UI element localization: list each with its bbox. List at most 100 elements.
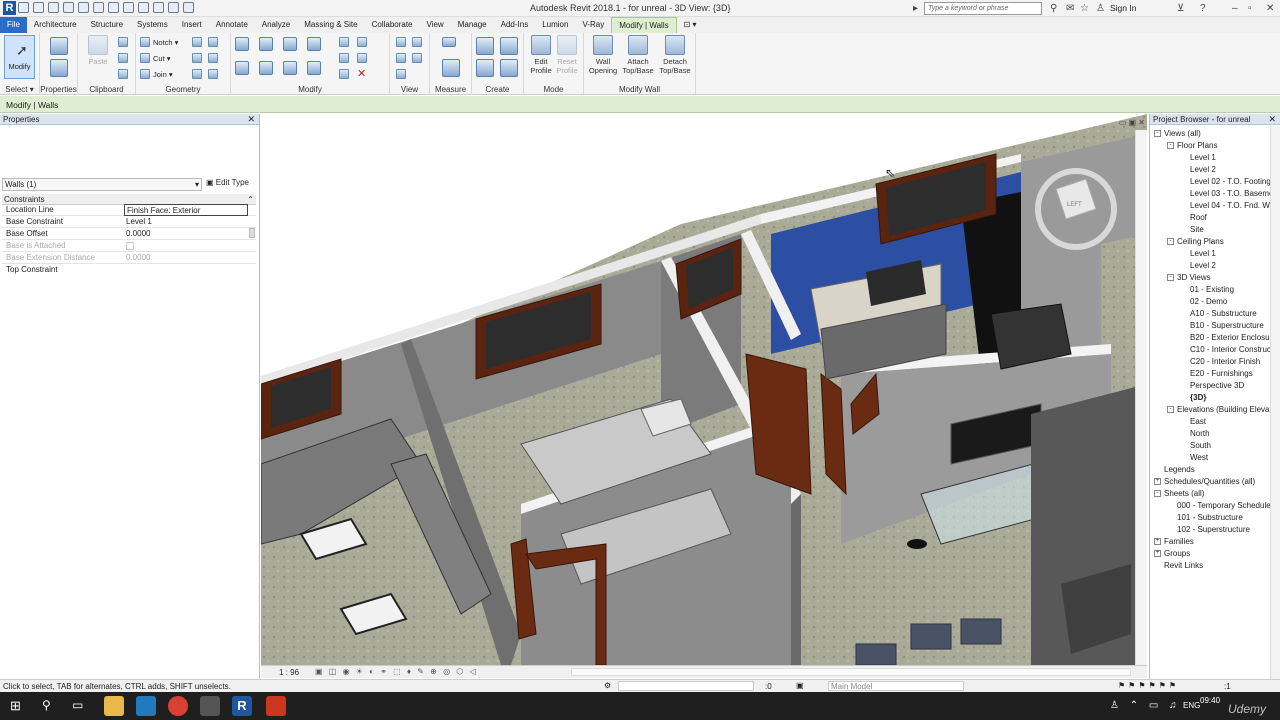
sync-icon[interactable] [48,2,59,13]
save-icon[interactable] [33,2,44,13]
tab-analyze[interactable]: Analyze [255,17,297,33]
browser-item[interactable]: Level 02 - T.O. Footing [1180,177,1271,186]
design-option-dropdown[interactable]: Main Model [828,681,964,691]
browser-item[interactable]: 02 - Demo [1180,297,1227,306]
browser-item[interactable]: Level 1 [1180,153,1216,162]
system-clock[interactable]: 09:40 [1200,696,1220,705]
view-controls-icons[interactable]: ▣ ◫ ◉ ☀ ◐ ⚭ ⬚ ♦ ✎ ⊕ ◎ ⬡ ◁ [315,667,478,676]
split-icon[interactable] [339,37,349,47]
type-selector-dropdown[interactable]: Walls (1) ▾ [2,178,202,191]
measure-between-icon[interactable] [442,37,456,47]
browser-item[interactable]: 01 - Existing [1180,285,1234,294]
dimension-icon[interactable] [442,59,460,77]
close-icon[interactable]: ✕ [1268,114,1276,125]
editable-only-icon[interactable]: ▣ [796,681,804,690]
collapse-icon[interactable]: - [1167,238,1174,246]
collapse-icon[interactable]: - [1154,130,1161,138]
user-icon[interactable]: ♙ [1096,3,1105,14]
expand-icon[interactable]: + [1154,538,1161,546]
browser-item[interactable]: Level 03 - T.O. Basement [1180,189,1280,198]
browser-item[interactable]: West [1180,453,1208,462]
type-properties-icon[interactable] [50,37,68,55]
undo-icon[interactable] [63,2,74,13]
override-icon[interactable] [412,37,422,47]
collapse-icon[interactable]: - [1167,274,1174,282]
task-view-icon[interactable]: ▭ [72,698,83,712]
cut-geometry-button[interactable]: Cut ▾ [140,53,171,63]
create-parts-icon[interactable] [500,37,518,55]
selection-filter-icons[interactable]: ⚑⚑⚑⚑⚑⚑ [1118,681,1179,690]
cart-icon[interactable]: ⊻ [1177,3,1184,14]
browser-item[interactable]: C10 - Interior Construction [1180,345,1280,354]
app-3-icon[interactable] [136,696,156,716]
match-type-icon[interactable] [118,69,128,79]
paste-button[interactable]: Paste [86,35,110,66]
3d-view-icon[interactable] [138,2,149,13]
browser-item[interactable]: + Schedules/Quantities (all) [1154,477,1255,486]
language-indicator[interactable]: ENG [1183,701,1200,710]
tab-manage[interactable]: Manage [451,17,494,33]
paintbrush-icon[interactable] [396,53,406,63]
subscription-icon[interactable]: ✉ [1066,3,1074,14]
browser-item[interactable]: 102 - Superstructure [1167,525,1250,534]
trim-extend-icon[interactable] [307,61,321,75]
browser-item[interactable]: C20 - Interior Finish [1180,357,1260,366]
browser-item[interactable]: B10 - Superstructure [1180,321,1264,330]
collapse-icon[interactable]: - [1154,490,1161,498]
switch-windows-icon[interactable] [183,2,194,13]
browser-item[interactable]: Site [1180,225,1204,234]
browser-item[interactable]: 101 - Substructure [1167,513,1243,522]
wall-opening-button[interactable]: Wall Opening [586,35,620,75]
binoculars-icon[interactable]: ▸ [913,3,918,14]
tab-annotate[interactable]: Annotate [209,17,255,33]
browser-item[interactable]: B20 - Exterior Enclosure [1180,333,1277,342]
property-row[interactable]: Base Constraint Level 1 [2,216,256,228]
measure-icon[interactable] [108,2,119,13]
restore-icon[interactable]: ▫ [1248,3,1252,14]
ribbon-options-icon[interactable]: ⊡ ▾ [677,17,704,33]
file-explorer-icon[interactable] [104,696,124,716]
reset-profile-button[interactable]: Reset Profile [554,35,580,75]
browser-item[interactable]: East [1180,417,1206,426]
browser-item[interactable]: Perspective 3D [1180,381,1244,390]
join-button[interactable]: Join ▾ [140,69,173,79]
revit-taskbar-icon[interactable]: R [232,696,252,716]
3d-viewport[interactable]: LEFT ▭ ▣ ✕ ⇖ [261,114,1147,665]
search-icon[interactable]: ⚲ [1050,3,1057,14]
close-icon[interactable]: ✕ [247,114,255,125]
copy-modify-icon[interactable] [259,61,273,75]
favorites-icon[interactable]: ☆ [1080,3,1089,14]
browser-item[interactable]: - Views (all) [1154,129,1201,138]
browser-item[interactable]: Revit Links [1154,561,1203,570]
help-search-input[interactable]: Type a keyword or phrase [924,2,1042,15]
rotate-icon[interactable] [283,61,297,75]
scrollbar[interactable] [249,228,255,238]
tab-systems[interactable]: Systems [130,17,175,33]
delete-icon[interactable]: ✕ [357,67,366,80]
wrench-icon[interactable] [208,69,218,79]
browser-item[interactable]: A10 - Substructure [1180,309,1257,318]
help-icon[interactable]: ? [1200,3,1206,14]
collapse-icon[interactable]: - [1167,142,1174,150]
tab-file[interactable]: File [0,17,27,33]
hammer-icon[interactable] [192,69,202,79]
array-icon[interactable] [339,53,349,63]
browser-item[interactable]: 000 - Temporary Schedule Sheet [1167,501,1280,510]
detach-top-base-button[interactable]: Detach Top/Base [656,35,694,75]
open-icon[interactable] [18,2,29,13]
app-settings-icon[interactable] [200,696,220,716]
wall-joins-icon[interactable] [192,53,202,63]
redo-icon[interactable] [78,2,89,13]
horizontal-scrollbar[interactable] [571,668,1131,676]
vertical-scrollbar[interactable] [1270,126,1280,679]
align-icon[interactable] [235,37,249,51]
tab-add-ins[interactable]: Add-Ins [494,17,536,33]
property-row[interactable]: Top Constraint [2,264,256,276]
cut-icon[interactable] [118,37,128,47]
browser-item[interactable]: South [1180,441,1211,450]
scale-icon[interactable] [357,53,367,63]
move-icon[interactable] [235,61,249,75]
tab-collaborate[interactable]: Collaborate [365,17,420,33]
section-icon[interactable] [153,2,164,13]
browser-item[interactable]: Legends [1154,465,1195,474]
